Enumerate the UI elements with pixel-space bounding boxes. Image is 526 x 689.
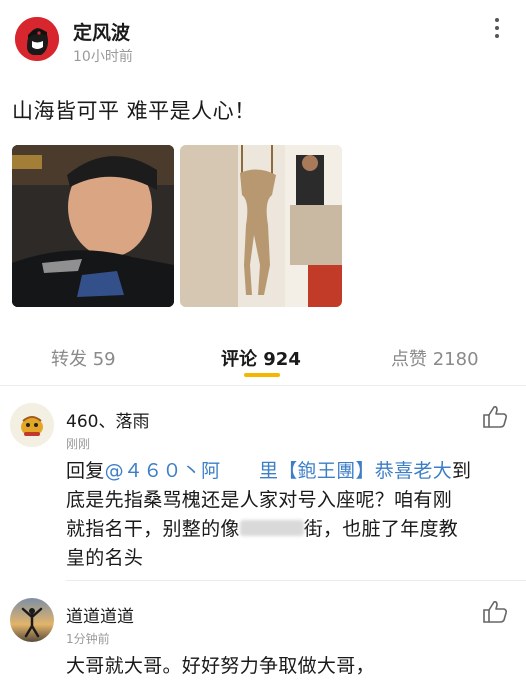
comment-item: 道道道道 1分钟前 大哥就大哥。好好努力争取做大哥， bbox=[0, 590, 526, 689]
comment-time: 刚刚 bbox=[66, 437, 91, 451]
thumbs-up-icon bbox=[483, 601, 508, 623]
commenter-name[interactable]: 460、落雨 bbox=[66, 407, 149, 432]
divider bbox=[66, 580, 526, 581]
like-icon[interactable] bbox=[482, 600, 508, 624]
comment-line1-end: 到 bbox=[452, 460, 472, 482]
author-avatar-icon bbox=[15, 17, 59, 61]
commenter-name[interactable]: 道道道道 bbox=[66, 602, 134, 627]
comment-text: 大哥就大哥。好好努力争取做大哥， bbox=[66, 655, 375, 677]
tab-reposts[interactable]: 转发 59 bbox=[51, 345, 116, 371]
tab-comments[interactable]: 评论 924 bbox=[221, 345, 301, 371]
comment-item: 460、落雨 刚刚 回复@４６０丶阿 里【鉋王團】恭喜老大到 底是先指桑骂槐还是… bbox=[0, 395, 526, 580]
cartoon-avatar-icon bbox=[10, 403, 54, 447]
figure-photo-icon bbox=[180, 145, 342, 307]
comment-line3-after: 街，也脏了年度教 bbox=[303, 518, 459, 540]
post-image-figure[interactable] bbox=[180, 145, 342, 307]
post-image-selfie[interactable] bbox=[12, 145, 174, 307]
tab-bar: 转发 59 评论 924 点赞 2180 bbox=[0, 340, 526, 377]
comment-line2: 底是先指桑骂槐还是人家对号入座呢？咱有刚 bbox=[66, 489, 453, 511]
post-text: 山海皆可平 难平是人心！ bbox=[12, 99, 256, 123]
reply-prefix: 回复 bbox=[66, 460, 105, 482]
tab-likes[interactable]: 点赞 2180 bbox=[391, 345, 479, 371]
selfie-photo-icon bbox=[12, 145, 174, 307]
comment-text: 回复@４６０丶阿 里【鉋王團】恭喜老大到 底是先指桑骂槐还是人家对号入座呢？咱有… bbox=[66, 457, 516, 573]
tab-comments-count: 924 bbox=[263, 349, 301, 370]
comment-time: 1分钟前 bbox=[66, 632, 110, 646]
comment-line4: 皇的名头 bbox=[66, 547, 144, 569]
like-icon[interactable] bbox=[482, 405, 508, 429]
comment-line3: 就指名干，别整的像 bbox=[66, 518, 240, 540]
blurred-text bbox=[239, 520, 304, 536]
mention-link[interactable]: @４６０丶阿 里【鉋王團】恭喜老大 bbox=[105, 460, 452, 482]
sunset-figure-avatar-icon bbox=[10, 598, 54, 642]
post-header: 定风波 10小时前 bbox=[0, 0, 526, 84]
commenter-avatar[interactable] bbox=[10, 598, 54, 642]
author-name[interactable]: 定风波 bbox=[73, 18, 130, 45]
active-tab-indicator bbox=[244, 373, 280, 377]
more-options-icon[interactable] bbox=[488, 18, 506, 42]
commenter-avatar[interactable] bbox=[10, 403, 54, 447]
post-time: 10小时前 bbox=[73, 49, 133, 65]
divider bbox=[0, 385, 526, 386]
thumbs-up-icon bbox=[483, 406, 508, 428]
tab-comments-label: 评论 bbox=[221, 349, 257, 370]
avatar[interactable] bbox=[15, 17, 59, 61]
